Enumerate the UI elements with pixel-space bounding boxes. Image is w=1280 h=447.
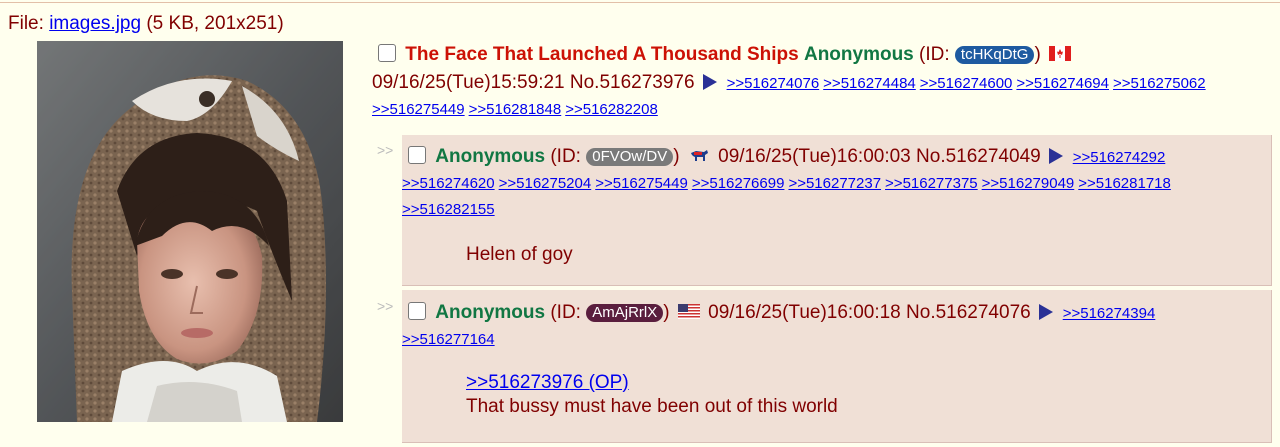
op-header-line: The Face That Launched A Thousand Ships … (372, 42, 1277, 68)
reply-quote-link[interactable]: >>516273976 (OP) (466, 372, 629, 393)
backlink[interactable]: >>516281718 (1078, 175, 1171, 192)
backlink[interactable]: >>516274620 (402, 175, 495, 192)
op-backlinks-line2: >>516275449 >>516281848 >>516282208 (372, 96, 1277, 122)
op-subject: The Face That Launched A Thousand Ships (405, 44, 799, 65)
backlink[interactable]: >>516282208 (565, 101, 658, 118)
op-id-label: (ID: (913, 44, 955, 65)
democrat-donkey-flag-icon (688, 145, 710, 170)
backlink[interactable]: >>516282155 (402, 201, 495, 218)
file-meta: (5 KB, 201x251) (141, 13, 284, 34)
op-poster-id[interactable]: tcHKqDtG (954, 46, 1035, 64)
backlink[interactable]: >>516274076 (727, 75, 820, 92)
reply-poster-id[interactable]: AmAjRrlX (586, 304, 664, 322)
file-prefix: File: (8, 13, 50, 34)
reply-quote-wrapper: >>516273976 (OP) (466, 371, 1271, 394)
reply-id-label: (ID: (545, 146, 587, 167)
reply-message: Helen of goy (466, 244, 573, 265)
file-link[interactable]: images.jpg (49, 13, 141, 34)
reply-poster-id[interactable]: 0FVOw/DV (586, 148, 674, 166)
reply-backlinks-row3: >>516282155 (402, 198, 499, 219)
reply-id-close: ) (663, 302, 670, 323)
backlink[interactable]: >>516277164 (402, 331, 495, 348)
op-backlinks-row1: >>516274076 >>516274484 >>516274600 >>51627… (727, 72, 1210, 93)
post-menu-triangle-icon[interactable] (1038, 304, 1053, 320)
op-backlinks-row2: >>516275449 >>516281848 >>516282208 (372, 98, 662, 119)
reply-backlinks-row2: >>516277164 (402, 328, 499, 349)
reply-backlinks-row2: >>516274620 >>516275204 >>516275449 >>51627… (402, 172, 1175, 193)
reply-arrows: >> (377, 298, 394, 314)
reply-backlinks-row1: >>516274394 (1063, 302, 1160, 323)
reply-arrows: >> (377, 142, 394, 158)
canada-flag-icon (1049, 43, 1072, 68)
backlink[interactable]: >>516274600 (920, 75, 1013, 92)
reply-datetime: 09/16/25(Tue)16:00:18 (708, 302, 901, 323)
op-id-close: ) (1034, 44, 1041, 65)
reply-name: Anonymous (435, 146, 546, 167)
op-datetime: 09/16/25(Tue)15:59:21 (372, 72, 565, 93)
op-info-line: 09/16/25(Tue)15:59:21 No.516273976 >>5162… (372, 70, 1277, 96)
post-thumbnail[interactable] (37, 41, 343, 422)
reply-backlinks-line2: >>516277164 (402, 326, 1271, 352)
backlink[interactable]: >>516274484 (823, 75, 916, 92)
reply-post: Anonymous (ID: AmAjRrlX) 09/16/25(Tue)16… (402, 290, 1272, 443)
backlink[interactable]: >>516279049 (982, 175, 1075, 192)
thumbnail-image (37, 41, 343, 422)
op-post: The Face That Launched A Thousand Ships … (372, 42, 1277, 122)
reply-post: Anonymous (ID: 0FVOw/DV) 09/16/25(Tue)16… (402, 135, 1272, 286)
backlink[interactable]: >>516277375 (885, 175, 978, 192)
backlink[interactable]: >>516276699 (692, 175, 785, 192)
reply-backlinks-line3: >>516282155 (402, 196, 1271, 222)
reply-post-number[interactable]: No.516274076 (906, 302, 1031, 323)
reply-name: Anonymous (435, 302, 546, 323)
reply-backlinks-line2: >>516274620 >>516275204 >>516275449 >>51627… (402, 170, 1271, 196)
post-menu-triangle-icon[interactable] (702, 74, 717, 90)
op-checkbox[interactable] (378, 44, 396, 62)
op-name: Anonymous (803, 44, 914, 65)
reply-id-close: ) (673, 146, 680, 167)
backlink[interactable]: >>516274394 (1063, 305, 1156, 322)
top-divider (0, 2, 1280, 3)
file-info: File: images.jpg (5 KB, 201x251) (8, 13, 284, 35)
reply-header-line: Anonymous (ID: AmAjRrlX) 09/16/25(Tue)16… (402, 300, 1271, 326)
backlink[interactable]: >>516275449 (595, 175, 688, 192)
backlink[interactable]: >>516281848 (469, 101, 562, 118)
backlink[interactable]: >>516274694 (1016, 75, 1109, 92)
backlink[interactable]: >>516275449 (372, 101, 465, 118)
reply-checkbox[interactable] (408, 146, 426, 164)
backlink[interactable]: >>516275204 (499, 175, 592, 192)
us-flag-icon (677, 301, 700, 326)
backlink[interactable]: >>516277237 (788, 175, 881, 192)
reply-header-line: Anonymous (ID: 0FVOw/DV) 09/16/25(Tue)16… (402, 144, 1271, 170)
reply-checkbox[interactable] (408, 302, 426, 320)
reply-post-number[interactable]: No.516274049 (916, 146, 1041, 167)
backlink[interactable]: >>516274292 (1073, 149, 1166, 166)
post-menu-triangle-icon[interactable] (1048, 148, 1063, 164)
reply-datetime: 09/16/25(Tue)16:00:03 (718, 146, 911, 167)
op-post-number[interactable]: No.516273976 (570, 72, 695, 93)
reply-id-label: (ID: (545, 302, 587, 323)
reply-message: That bussy must have been out of this wo… (466, 396, 838, 417)
reply-backlinks-row1: >>516274292 (1073, 146, 1170, 167)
backlink[interactable]: >>516275062 (1113, 75, 1206, 92)
